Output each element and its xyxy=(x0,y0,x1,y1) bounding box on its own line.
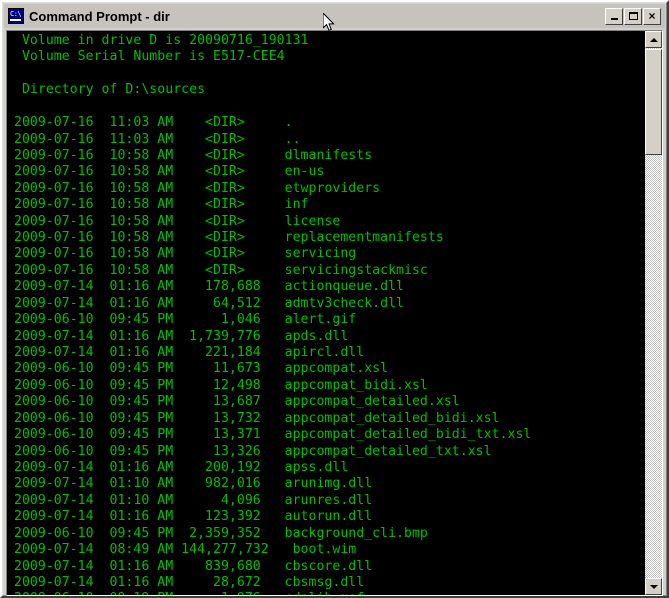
maximize-button[interactable] xyxy=(624,7,642,25)
console-client-area: Volume in drive D is 20090716_190131 Vol… xyxy=(6,30,663,596)
chevron-down-icon xyxy=(649,584,658,589)
minimize-icon xyxy=(610,18,618,20)
scroll-up-button[interactable] xyxy=(645,31,662,48)
command-prompt-window: C:\ Command Prompt - dir × Volume in dri… xyxy=(0,0,669,598)
minimize-button[interactable] xyxy=(605,7,623,25)
maximize-icon xyxy=(628,12,638,20)
vertical-scrollbar[interactable] xyxy=(645,31,662,595)
scrollbar-track[interactable] xyxy=(645,48,662,578)
window-controls: × xyxy=(605,7,661,25)
title-bar[interactable]: C:\ Command Prompt - dir × xyxy=(4,4,665,28)
console-output-area[interactable]: Volume in drive D is 20090716_190131 Vol… xyxy=(7,31,646,595)
scroll-down-button[interactable] xyxy=(645,578,662,595)
scrollbar-thumb[interactable] xyxy=(645,49,662,155)
close-icon: × xyxy=(648,9,656,23)
close-button[interactable]: × xyxy=(643,7,661,25)
chevron-up-icon xyxy=(649,37,658,42)
console-cmd-icon: C:\ xyxy=(8,8,24,24)
console-icon-underline xyxy=(10,19,21,21)
window-bevel: C:\ Command Prompt - dir × Volume in dri… xyxy=(2,2,667,596)
console-icon-label: C:\ xyxy=(10,10,22,18)
console-text: Volume in drive D is 20090716_190131 Vol… xyxy=(14,33,532,595)
window-title: Command Prompt - dir xyxy=(29,8,170,24)
